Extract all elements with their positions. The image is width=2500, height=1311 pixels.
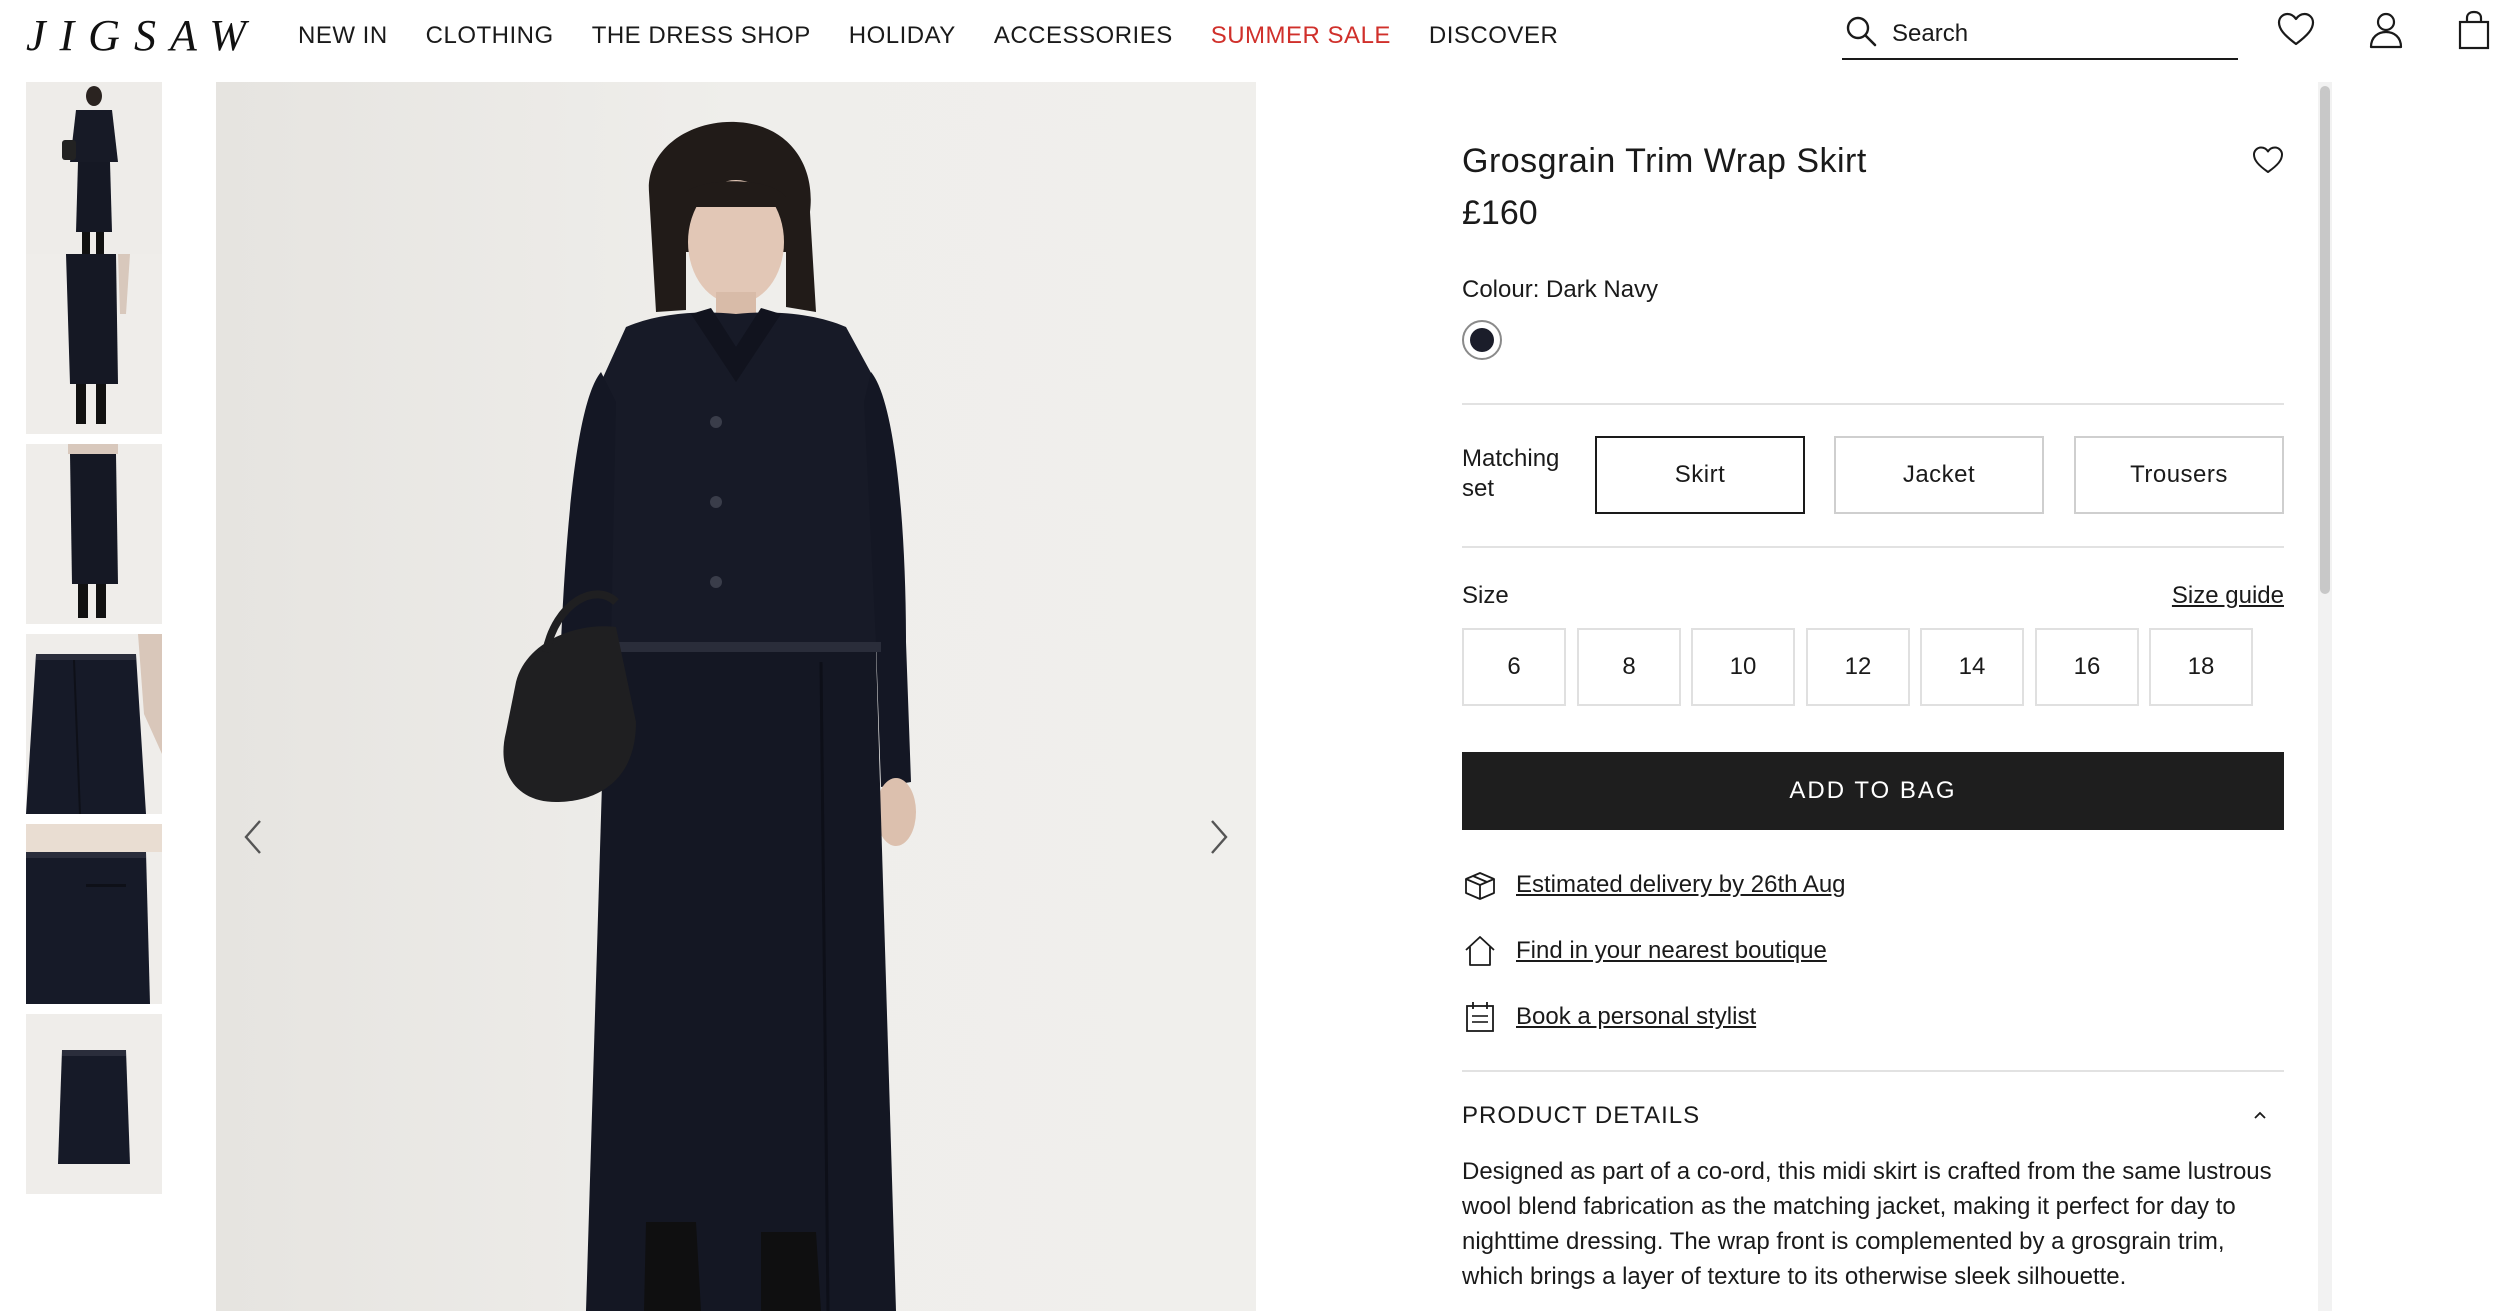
- thumbnail-image: [26, 82, 162, 259]
- matching-option-jacket[interactable]: Jacket: [1834, 436, 2044, 514]
- nav-summer-sale[interactable]: SUMMER SALE: [1211, 22, 1391, 50]
- delivery-box-icon: [1465, 872, 1495, 900]
- main-nav: NEW IN CLOTHING THE DRESS SHOP HOLIDAY A…: [298, 22, 1596, 50]
- colour-label: Colour: Dark Navy: [1462, 276, 1659, 303]
- size-option-18[interactable]: 18: [2149, 628, 2253, 706]
- size-option-14[interactable]: 14: [1920, 628, 2024, 706]
- calendar-icon: [1466, 1002, 1494, 1032]
- wishlist-heart-icon[interactable]: [2252, 144, 2284, 176]
- product-details-text: Designed as part of a co-ord, this midi …: [1462, 1158, 2272, 1290]
- model-photo: [216, 82, 1256, 1311]
- stylist-row: Book a personal stylist: [1462, 997, 1756, 1037]
- colour-swatch-dark-navy[interactable]: [1462, 320, 1502, 360]
- nav-holiday[interactable]: HOLIDAY: [849, 22, 956, 50]
- size-option-16[interactable]: 16: [2035, 628, 2139, 706]
- thumbnail-image: [26, 824, 162, 1004]
- nav-dress-shop[interactable]: THE DRESS SHOP: [592, 22, 811, 50]
- delivery-link[interactable]: Estimated delivery by 26th Aug: [1516, 871, 1846, 899]
- divider: [1462, 403, 2284, 405]
- product-price: £160: [1462, 194, 1538, 232]
- account-icon[interactable]: [2366, 10, 2406, 50]
- panel-scrollbar[interactable]: [2318, 82, 2332, 1311]
- heart-icon[interactable]: [2276, 10, 2316, 50]
- product-main-image[interactable]: [216, 82, 1256, 1311]
- matching-set-label: Matching set: [1462, 445, 1560, 502]
- thumbnail-6[interactable]: [26, 1014, 162, 1194]
- brand-logo[interactable]: JIGSAW: [26, 10, 260, 61]
- previous-image-arrow-icon[interactable]: [238, 817, 268, 857]
- size-label: Size: [1462, 582, 1509, 609]
- nav-discover[interactable]: DISCOVER: [1429, 22, 1558, 50]
- matching-option-trousers[interactable]: Trousers: [2074, 436, 2284, 514]
- site-header: JIGSAW NEW IN CLOTHING THE DRESS SHOP HO…: [0, 0, 2500, 76]
- stylist-link[interactable]: Book a personal stylist: [1516, 1003, 1756, 1031]
- thumbnail-4[interactable]: [26, 634, 162, 814]
- nav-new-in[interactable]: NEW IN: [298, 22, 388, 50]
- thumbnail-image: [26, 634, 162, 814]
- thumbnail-1[interactable]: [26, 82, 162, 262]
- chevron-up-icon[interactable]: [2250, 1108, 2270, 1122]
- product-title: Grosgrain Trim Wrap Skirt: [1462, 142, 1867, 180]
- store-house-icon: [1465, 936, 1495, 966]
- thumbnail-image: [26, 1014, 162, 1194]
- matching-option-skirt[interactable]: Skirt: [1595, 436, 1805, 514]
- thumbnail-5[interactable]: [26, 824, 162, 1004]
- thumbnail-image: [26, 444, 162, 624]
- size-guide-link[interactable]: Size guide: [2172, 582, 2284, 610]
- size-option-8[interactable]: 8: [1577, 628, 1681, 706]
- boutique-link[interactable]: Find in your nearest boutique: [1516, 937, 1827, 965]
- nav-accessories[interactable]: ACCESSORIES: [994, 22, 1173, 50]
- search-icon[interactable]: [1844, 14, 1878, 48]
- thumbnail-image: [26, 254, 162, 434]
- product-details-heading[interactable]: PRODUCT DETAILS: [1462, 1102, 2284, 1130]
- add-to-bag-button[interactable]: ADD TO BAG: [1462, 752, 2284, 830]
- scrollbar-thumb[interactable]: [2320, 86, 2330, 594]
- bag-icon[interactable]: [2454, 10, 2494, 50]
- divider: [1462, 1070, 2284, 1072]
- boutique-row: Find in your nearest boutique: [1462, 931, 1827, 971]
- next-image-arrow-icon[interactable]: [1204, 817, 1234, 857]
- delivery-row: Estimated delivery by 26th Aug: [1462, 865, 1846, 905]
- search-input[interactable]: [1892, 20, 2212, 48]
- size-option-12[interactable]: 12: [1806, 628, 1910, 706]
- size-option-6[interactable]: 6: [1462, 628, 1566, 706]
- thumbnail-3[interactable]: [26, 444, 162, 624]
- thumbnail-2[interactable]: [26, 254, 162, 434]
- search-bar[interactable]: [1842, 8, 2238, 60]
- nav-clothing[interactable]: CLOTHING: [426, 22, 554, 50]
- size-option-10[interactable]: 10: [1691, 628, 1795, 706]
- divider: [1462, 546, 2284, 548]
